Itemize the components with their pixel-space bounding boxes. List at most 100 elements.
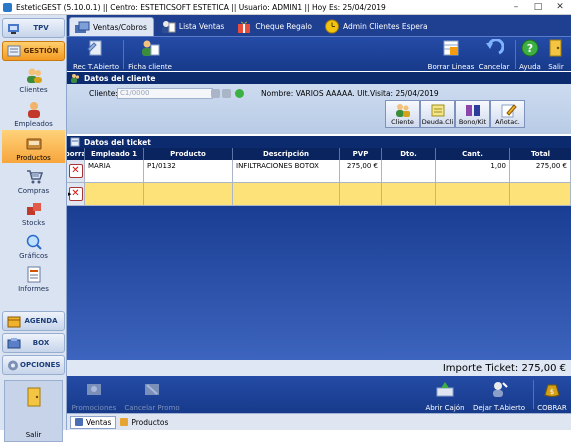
svg-text:?: ? <box>527 42 533 55</box>
col-dto: Dto. <box>382 148 436 160</box>
close-icon[interactable]: ✕ <box>549 0 571 14</box>
cliente-input[interactable]: C1/0000 <box>117 88 213 99</box>
lista-ventas-icon <box>161 21 176 33</box>
deuda-icon <box>431 104 444 117</box>
dejar-abierto-icon <box>493 382 508 397</box>
ayuda-button[interactable]: ? Ayuda <box>518 39 542 71</box>
dejar-t-abierto-button[interactable]: Dejar T.Abierto <box>470 380 528 412</box>
abrir-cajon-button[interactable]: Abrir Cajón <box>423 380 467 412</box>
cliente-button[interactable]: Cliente <box>385 100 420 128</box>
borrar-lineas-button[interactable]: Borrar Lineas <box>427 39 475 71</box>
status-tab-productos[interactable]: Productos <box>116 416 172 429</box>
cliente-ok-icon[interactable] <box>235 89 244 98</box>
svg-text:$: $ <box>550 388 554 396</box>
ficha-cliente-button[interactable]: Ficha cliente <box>128 39 172 71</box>
anotacion-icon <box>501 104 517 118</box>
main-toolbar: Rec T.Abierto Ficha cliente Borrar Linea… <box>67 36 571 71</box>
borrar-lineas-icon <box>443 40 459 56</box>
tab-bar: Ventas/Cobros Lista Ventas Cheque Regalo… <box>67 15 571 36</box>
sidebar-item-clientes[interactable]: Clientes <box>2 62 65 95</box>
importe-ticket: Importe Ticket: 275,00 € <box>67 360 571 376</box>
rec-ticket-icon <box>87 40 102 56</box>
section-gestion-button[interactable]: GESTIÓN <box>2 41 65 61</box>
sidebar-item-stocks[interactable]: Stocks <box>2 195 65 228</box>
sidebar-item-compras[interactable]: Compras <box>2 163 65 196</box>
bono-icon <box>465 105 480 116</box>
minimize-icon[interactable]: – <box>505 0 527 14</box>
col-borra: borra <box>67 148 85 160</box>
clientes-icon <box>26 68 42 83</box>
col-total: Total <box>530 150 551 158</box>
sidebar-salir-button[interactable]: Salir <box>4 380 63 442</box>
agenda-icon <box>6 314 22 328</box>
sidebar-item-graficos[interactable]: Gráficos <box>2 228 65 261</box>
gestion-icon <box>6 44 22 58</box>
sidebar-item-informes[interactable]: Informes <box>2 261 65 294</box>
box-icon <box>6 336 22 350</box>
exit-door-icon <box>27 387 40 407</box>
productos-tab-icon <box>120 418 129 426</box>
cliente-list-icon[interactable] <box>222 89 231 98</box>
status-tab-ventas[interactable]: Ventas <box>70 415 117 429</box>
sidebar-item-empleados[interactable]: Empleados <box>2 96 65 129</box>
graficos-icon <box>26 234 42 250</box>
cancelar-promo-button[interactable]: Cancelar Promo <box>123 380 181 412</box>
tab-admin-clientes-espera[interactable]: Admin Clientes Espera <box>320 17 434 36</box>
delete-row-icon[interactable]: ✕ <box>68 164 83 178</box>
cancelar-button[interactable]: Cancelar <box>479 39 509 71</box>
table-row[interactable]: ▸ ✕ <box>67 183 571 206</box>
deuda-cli-button[interactable]: Deuda.Cli <box>420 100 455 128</box>
salir-button[interactable]: Salir <box>545 39 567 71</box>
importe-ticket-text: Importe Ticket: 275,00 € <box>442 362 566 374</box>
anotac-button[interactable]: Añotac. <box>490 100 525 128</box>
col-producto: Producto <box>144 148 233 160</box>
tab-ventas-cobros[interactable]: Ventas/Cobros <box>69 17 154 36</box>
cash-drawer-icon <box>436 382 454 397</box>
ticket-header-icon <box>70 137 80 147</box>
col-descripcion: Descripción <box>233 148 340 160</box>
client-panel: Cliente: C1/0000 Nombre: VARIOS AAAAA. U… <box>67 84 571 134</box>
exit-door-icon <box>549 39 562 57</box>
section-agenda-button[interactable]: AGENDA <box>2 311 65 331</box>
ficha-cliente-icon <box>142 40 160 56</box>
promociones-button[interactable]: Promociones <box>69 380 119 412</box>
gear-icon <box>6 358 20 372</box>
tab-cheque-regalo[interactable]: Cheque Regalo <box>232 17 318 36</box>
help-icon: ? <box>521 39 539 57</box>
ticket-table: borra Empleado 1 Producto Descripción PV… <box>67 148 571 360</box>
client-section-header: Datos del cliente <box>67 72 571 84</box>
row-pointer-icon: ▸ <box>68 190 72 198</box>
cobrar-button[interactable]: $ COBRAR <box>535 380 569 412</box>
window-title: EsteticGEST (5.10.0.1) || Centro: ESTETI… <box>16 2 386 12</box>
cliente-nombre-text: Nombre: VARIOS AAAAA. Ult.Visita: 25/04/… <box>261 89 439 98</box>
cancelar-promo-icon <box>145 384 159 395</box>
tpv-icon <box>6 21 22 35</box>
rec-t-abierto-button[interactable]: Rec T.Abierto <box>73 39 119 71</box>
col-pvp: PVP <box>340 148 382 160</box>
status-bar: Ventas Productos <box>67 413 571 430</box>
sidebar-item-productos[interactable]: Productos <box>2 130 65 163</box>
productos-icon <box>26 138 41 150</box>
gift-icon <box>238 21 251 33</box>
cliente-search-icon[interactable] <box>211 89 220 98</box>
client-header-icon <box>71 74 80 83</box>
promociones-icon <box>87 384 101 395</box>
col-empleado: Empleado 1 <box>85 148 144 160</box>
undo-icon <box>486 39 504 55</box>
cliente-label: Cliente: <box>89 89 118 98</box>
stocks-icon <box>26 203 41 215</box>
bottom-toolbar: Promociones Cancelar Promo Abrir Cajón D… <box>67 376 571 413</box>
table-row[interactable]: ✕ MARIA P1/0132 INFILTRACIONES BOTOX 275… <box>67 160 571 183</box>
informes-icon <box>27 266 40 283</box>
cliente-icon <box>395 104 410 117</box>
tab-lista-ventas[interactable]: Lista Ventas <box>156 17 230 36</box>
maximize-icon[interactable]: □ <box>527 0 549 14</box>
section-tpv-button[interactable]: TPV <box>2 18 65 38</box>
section-box-button[interactable]: BOX <box>2 333 65 353</box>
clock-icon <box>324 19 339 34</box>
section-opciones-button[interactable]: OPCIONES <box>2 355 65 375</box>
money-bag-icon: $ <box>544 384 560 397</box>
cart-icon <box>26 170 43 184</box>
bono-kit-button[interactable]: Bono/Kit <box>455 100 490 128</box>
ticket-section-header: Datos del ticket <box>67 136 571 148</box>
